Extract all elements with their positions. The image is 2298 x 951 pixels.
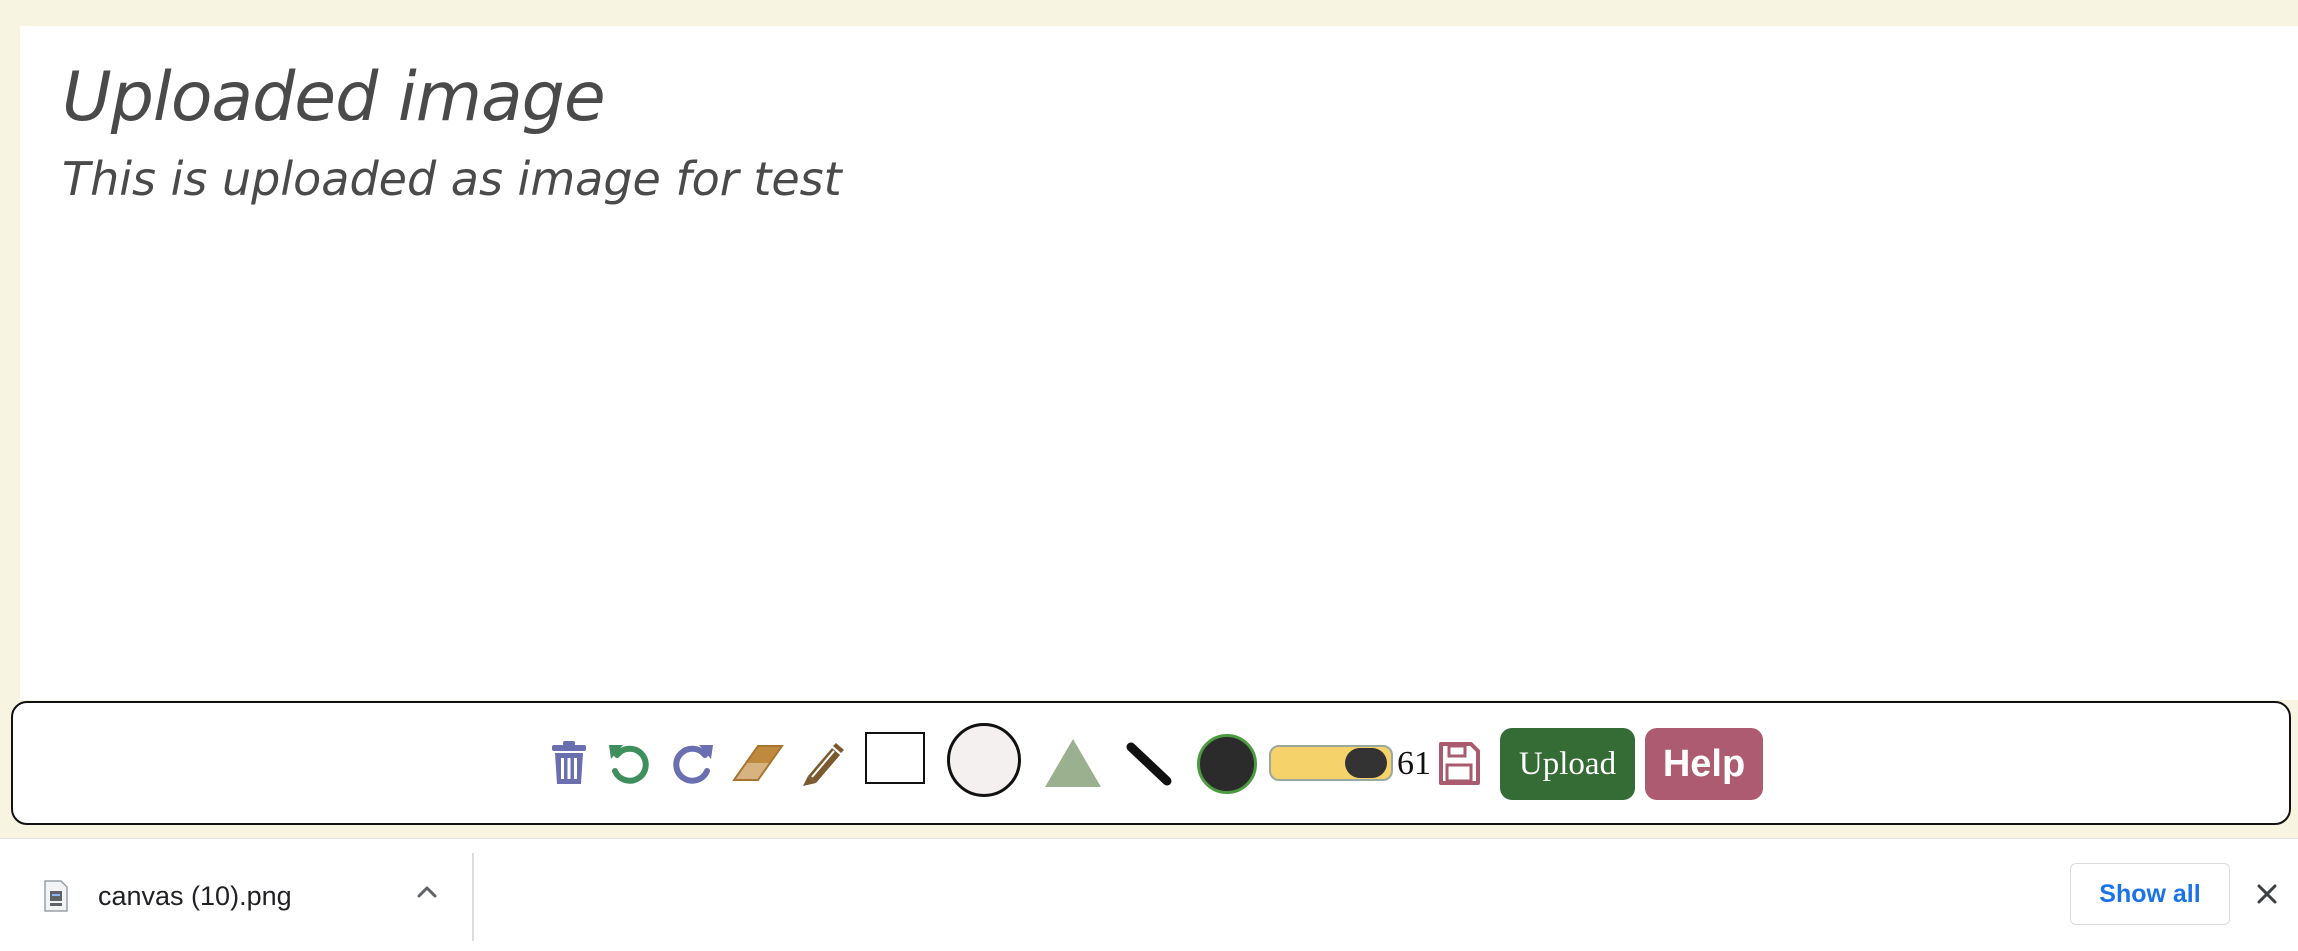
pencil-icon[interactable] (798, 738, 846, 788)
triangle-icon[interactable] (1042, 736, 1104, 790)
size-value: 61 (1397, 745, 1431, 782)
color-swatch-icon[interactable] (1196, 733, 1258, 795)
page-title: Uploaded image (62, 58, 606, 137)
trash-icon[interactable] (548, 738, 590, 788)
upload-button[interactable]: Upload (1500, 728, 1635, 800)
circle-icon[interactable] (946, 722, 1022, 798)
download-divider (472, 853, 474, 941)
eraser-icon[interactable] (728, 742, 784, 786)
line-icon[interactable] (1124, 740, 1174, 788)
undo-icon[interactable] (606, 740, 654, 788)
download-bar: canvas (10).png Show all (0, 838, 2298, 951)
rectangle-icon[interactable] (862, 730, 928, 786)
close-icon[interactable] (2252, 879, 2282, 909)
chevron-up-icon[interactable] (412, 877, 442, 907)
redo-icon[interactable] (668, 740, 716, 788)
download-item[interactable]: canvas (10).png (0, 839, 472, 951)
file-png-icon (42, 879, 70, 918)
size-slider-knob[interactable] (1345, 748, 1387, 778)
save-icon[interactable] (1436, 740, 1482, 788)
page-subtitle: This is uploaded as image for test (62, 152, 842, 206)
download-file-name: canvas (10).png (98, 881, 292, 911)
help-button[interactable]: Help (1645, 728, 1763, 800)
size-slider[interactable] (1268, 743, 1394, 783)
show-all-button[interactable]: Show all (2070, 863, 2230, 925)
